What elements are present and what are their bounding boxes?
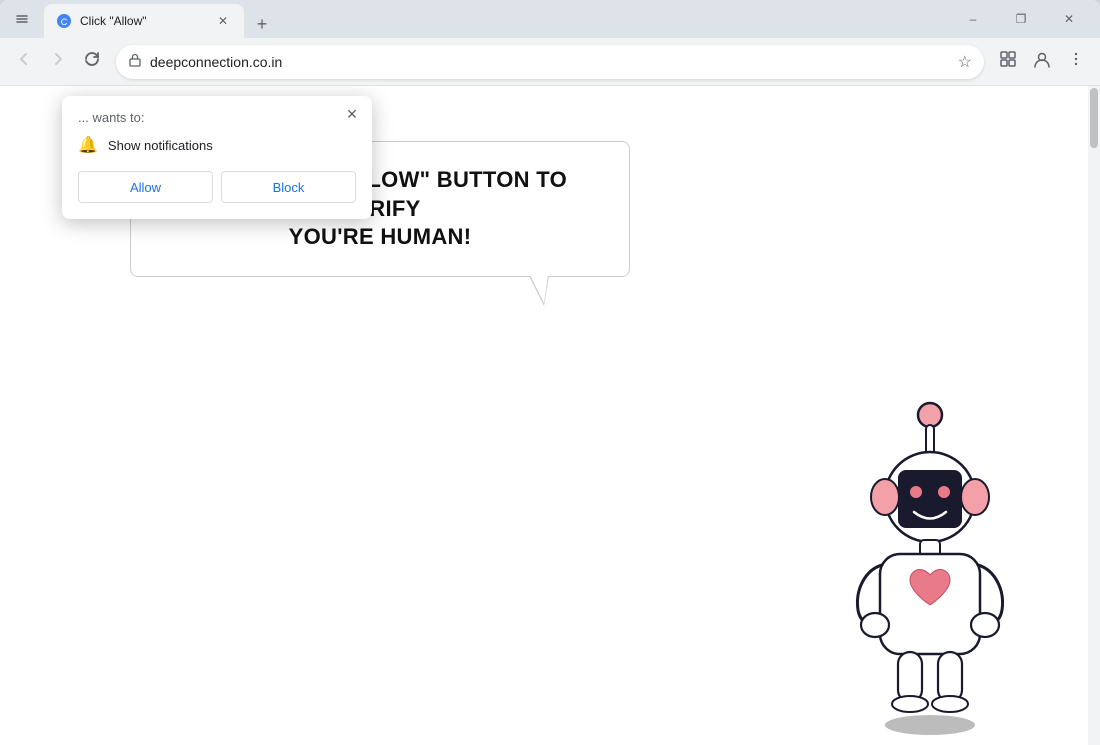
notification-popup: ✕ ... wants to: 🔔 Show notifications All… xyxy=(62,96,372,219)
robot-container xyxy=(820,370,1040,745)
reload-button[interactable] xyxy=(76,46,108,78)
profile-button[interactable] xyxy=(1026,46,1058,78)
scrollbar[interactable] xyxy=(1088,86,1100,745)
toolbar: deepconnection.co.in ☆ xyxy=(0,38,1100,86)
menu-button[interactable] xyxy=(1060,46,1092,78)
popup-wants-text: ... wants to: xyxy=(78,110,356,125)
allow-button[interactable]: Allow xyxy=(78,171,213,203)
page-content: ✕ ... wants to: 🔔 Show notifications All… xyxy=(0,86,1100,745)
window-controls-right: – ❐ ✕ xyxy=(950,3,1092,35)
forward-icon xyxy=(49,50,67,73)
back-button[interactable] xyxy=(8,46,40,78)
scrollbar-thumb[interactable] xyxy=(1090,88,1098,148)
tab-bar: C Click "Allow" ✕ + xyxy=(44,0,950,38)
window-close-icon: ✕ xyxy=(1064,12,1074,26)
bookmark-icon[interactable]: ☆ xyxy=(958,52,972,72)
maximize-button[interactable]: ❐ xyxy=(998,3,1044,35)
tab-close-button[interactable]: ✕ xyxy=(214,12,232,30)
back-icon xyxy=(15,50,33,73)
title-bar: C Click "Allow" ✕ + – ❐ ✕ xyxy=(0,0,1100,38)
close-tab-icon: ✕ xyxy=(218,14,228,28)
window-controls-left xyxy=(8,5,36,33)
tab-favicon: C xyxy=(56,13,72,29)
minimize-button[interactable]: – xyxy=(950,3,996,35)
url-text: deepconnection.co.in xyxy=(150,54,950,70)
popup-permission: 🔔 Show notifications xyxy=(78,135,356,155)
block-button[interactable]: Block xyxy=(221,171,356,203)
browser-window: C Click "Allow" ✕ + – ❐ ✕ xyxy=(0,0,1100,745)
security-icon xyxy=(128,53,142,70)
popup-buttons: Allow Block xyxy=(78,171,356,203)
forward-button[interactable] xyxy=(42,46,74,78)
popup-permission-text: Show notifications xyxy=(108,138,213,153)
popup-close-button[interactable]: ✕ xyxy=(342,104,362,124)
robot-illustration xyxy=(820,370,1040,740)
new-tab-button[interactable]: + xyxy=(248,10,276,38)
profile-icon xyxy=(1032,49,1052,74)
extensions-icon xyxy=(999,50,1017,73)
maximize-icon: ❐ xyxy=(1016,12,1027,26)
tab-list-button[interactable] xyxy=(8,5,36,33)
window-close-button[interactable]: ✕ xyxy=(1046,3,1092,35)
toolbar-nav xyxy=(8,46,108,78)
plus-icon: + xyxy=(257,14,268,35)
minimize-icon: – xyxy=(970,12,977,26)
bell-icon: 🔔 xyxy=(78,135,98,155)
popup-close-icon: ✕ xyxy=(346,106,358,123)
active-tab[interactable]: C Click "Allow" ✕ xyxy=(44,4,244,38)
speech-text-line2: YOU'RE HUMAN! xyxy=(167,223,593,252)
menu-icon xyxy=(1067,50,1085,73)
extensions-button[interactable] xyxy=(992,46,1024,78)
tab-title: Click "Allow" xyxy=(80,14,206,28)
svg-text:C: C xyxy=(61,17,68,27)
reload-icon xyxy=(83,50,101,73)
address-bar[interactable]: deepconnection.co.in ☆ xyxy=(116,45,984,79)
toolbar-actions xyxy=(992,46,1092,78)
